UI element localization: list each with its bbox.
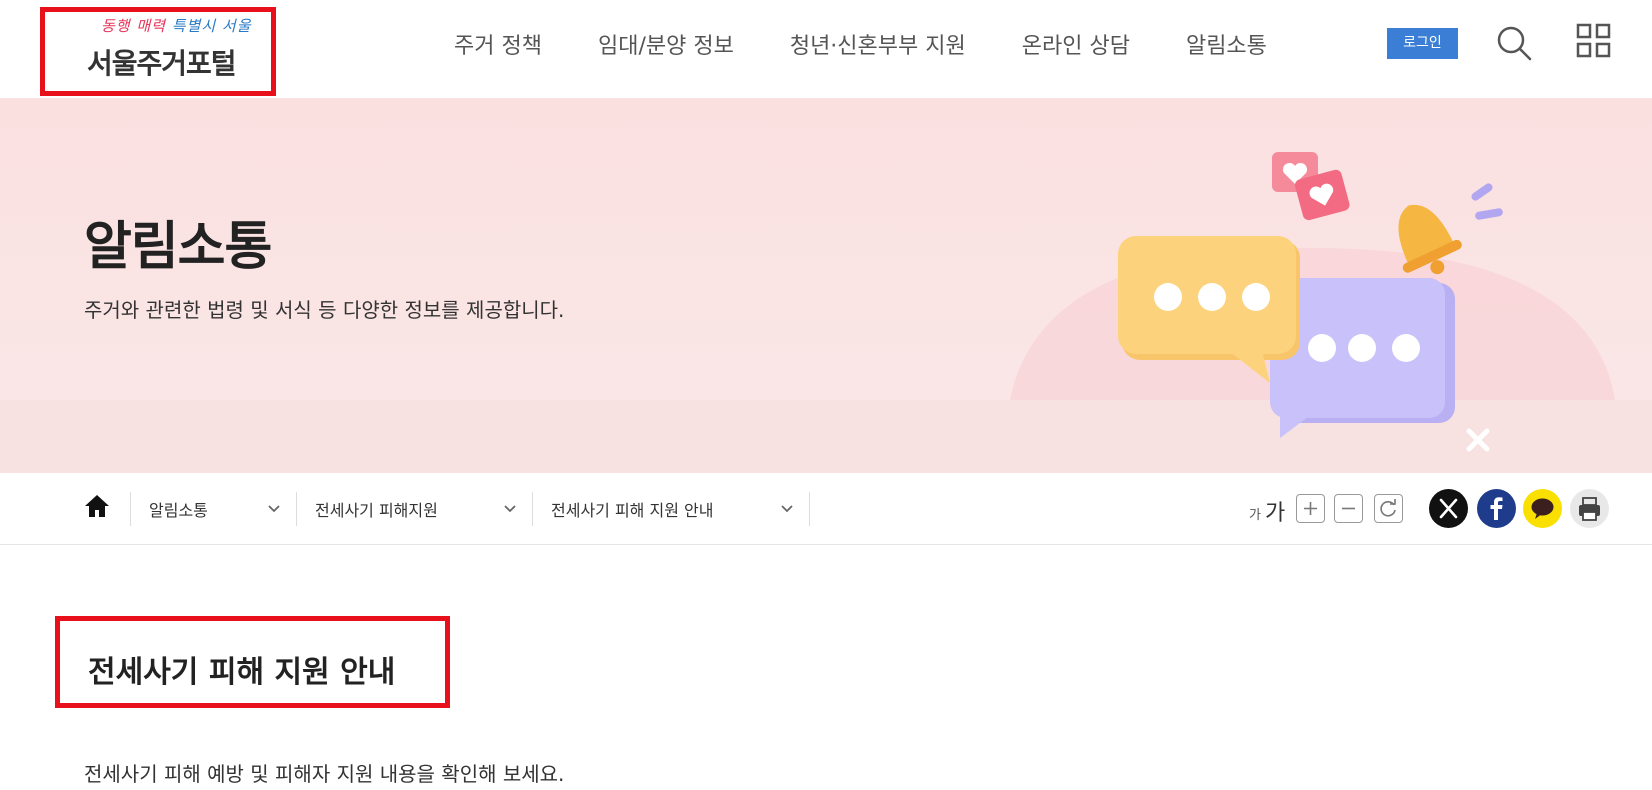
facebook-share-icon[interactable] <box>1477 489 1516 528</box>
location-bar: 알림소통 전세사기 피해지원 전세사기 피해 지원 안내 가 가 <box>0 473 1652 545</box>
font-size-small-label: 가 <box>1249 508 1261 523</box>
breadcrumb-fraud-support[interactable]: 전세사기 피해지원 <box>296 492 532 526</box>
login-button[interactable]: 로그인 <box>1387 28 1458 59</box>
kakaotalk-share-icon[interactable] <box>1523 489 1562 528</box>
nav-notice-communication[interactable]: 알림소통 <box>1186 28 1267 60</box>
home-icon[interactable] <box>82 491 112 521</box>
print-icon[interactable] <box>1570 489 1609 528</box>
page-banner: 알림소통 주거와 관련한 법령 및 서식 등 다양한 정보를 제공합니다. <box>0 98 1652 473</box>
breadcrumb-notice[interactable]: 알림소통 <box>130 492 296 526</box>
nav-rental-sale-info[interactable]: 임대/분양 정보 <box>598 28 734 60</box>
breadcrumb-fraud-support-guide[interactable]: 전세사기 피해 지원 안내 <box>532 492 809 526</box>
refresh-icon <box>1380 499 1396 517</box>
chevron-down-icon <box>781 505 793 513</box>
x-share-icon[interactable] <box>1429 489 1468 528</box>
font-size-large-label: 가 <box>1265 501 1286 526</box>
plus-icon <box>1304 502 1317 515</box>
nav-online-consult[interactable]: 온라인 상담 <box>1022 28 1130 60</box>
search-icon[interactable] <box>1494 23 1534 63</box>
nav-youth-newlywed-support[interactable]: 청년·신혼부부 지원 <box>790 28 966 60</box>
font-decrease-button[interactable] <box>1334 494 1363 523</box>
content-title-box: 전세사기 피해 지원 안내 <box>55 616 450 708</box>
chat-bubbles-illustration <box>1010 152 1615 452</box>
banner-description: 주거와 관련한 법령 및 서식 등 다양한 정보를 제공합니다. <box>84 298 565 322</box>
main-nav: 주거 정책 임대/분양 정보 청년·신혼부부 지원 온라인 상담 알림소통 <box>454 28 1323 60</box>
chevron-down-icon <box>268 505 280 513</box>
font-increase-button[interactable] <box>1296 494 1325 523</box>
page-title: 전세사기 피해 지원 안내 <box>88 655 396 690</box>
chevron-down-icon <box>504 505 516 513</box>
minus-icon <box>1342 507 1355 510</box>
site-logo[interactable]: 동행 매력 특별시 서울 서울주거포털 <box>40 7 276 96</box>
grid-menu-icon[interactable] <box>1576 23 1612 59</box>
site-header: 동행 매력 특별시 서울 서울주거포털 주거 정책 임대/분양 정보 청년·신혼… <box>0 0 1652 98</box>
page-description: 전세사기 피해 예방 및 피해자 지원 내용을 확인해 보세요. <box>84 762 565 786</box>
logo-title: 서울주거포털 <box>87 47 237 80</box>
logo-slogan: 동행 매력 특별시 서울 <box>101 17 252 35</box>
font-reset-button[interactable] <box>1374 494 1403 523</box>
nav-housing-policy[interactable]: 주거 정책 <box>454 28 542 60</box>
banner-title: 알림소통 <box>84 217 272 277</box>
